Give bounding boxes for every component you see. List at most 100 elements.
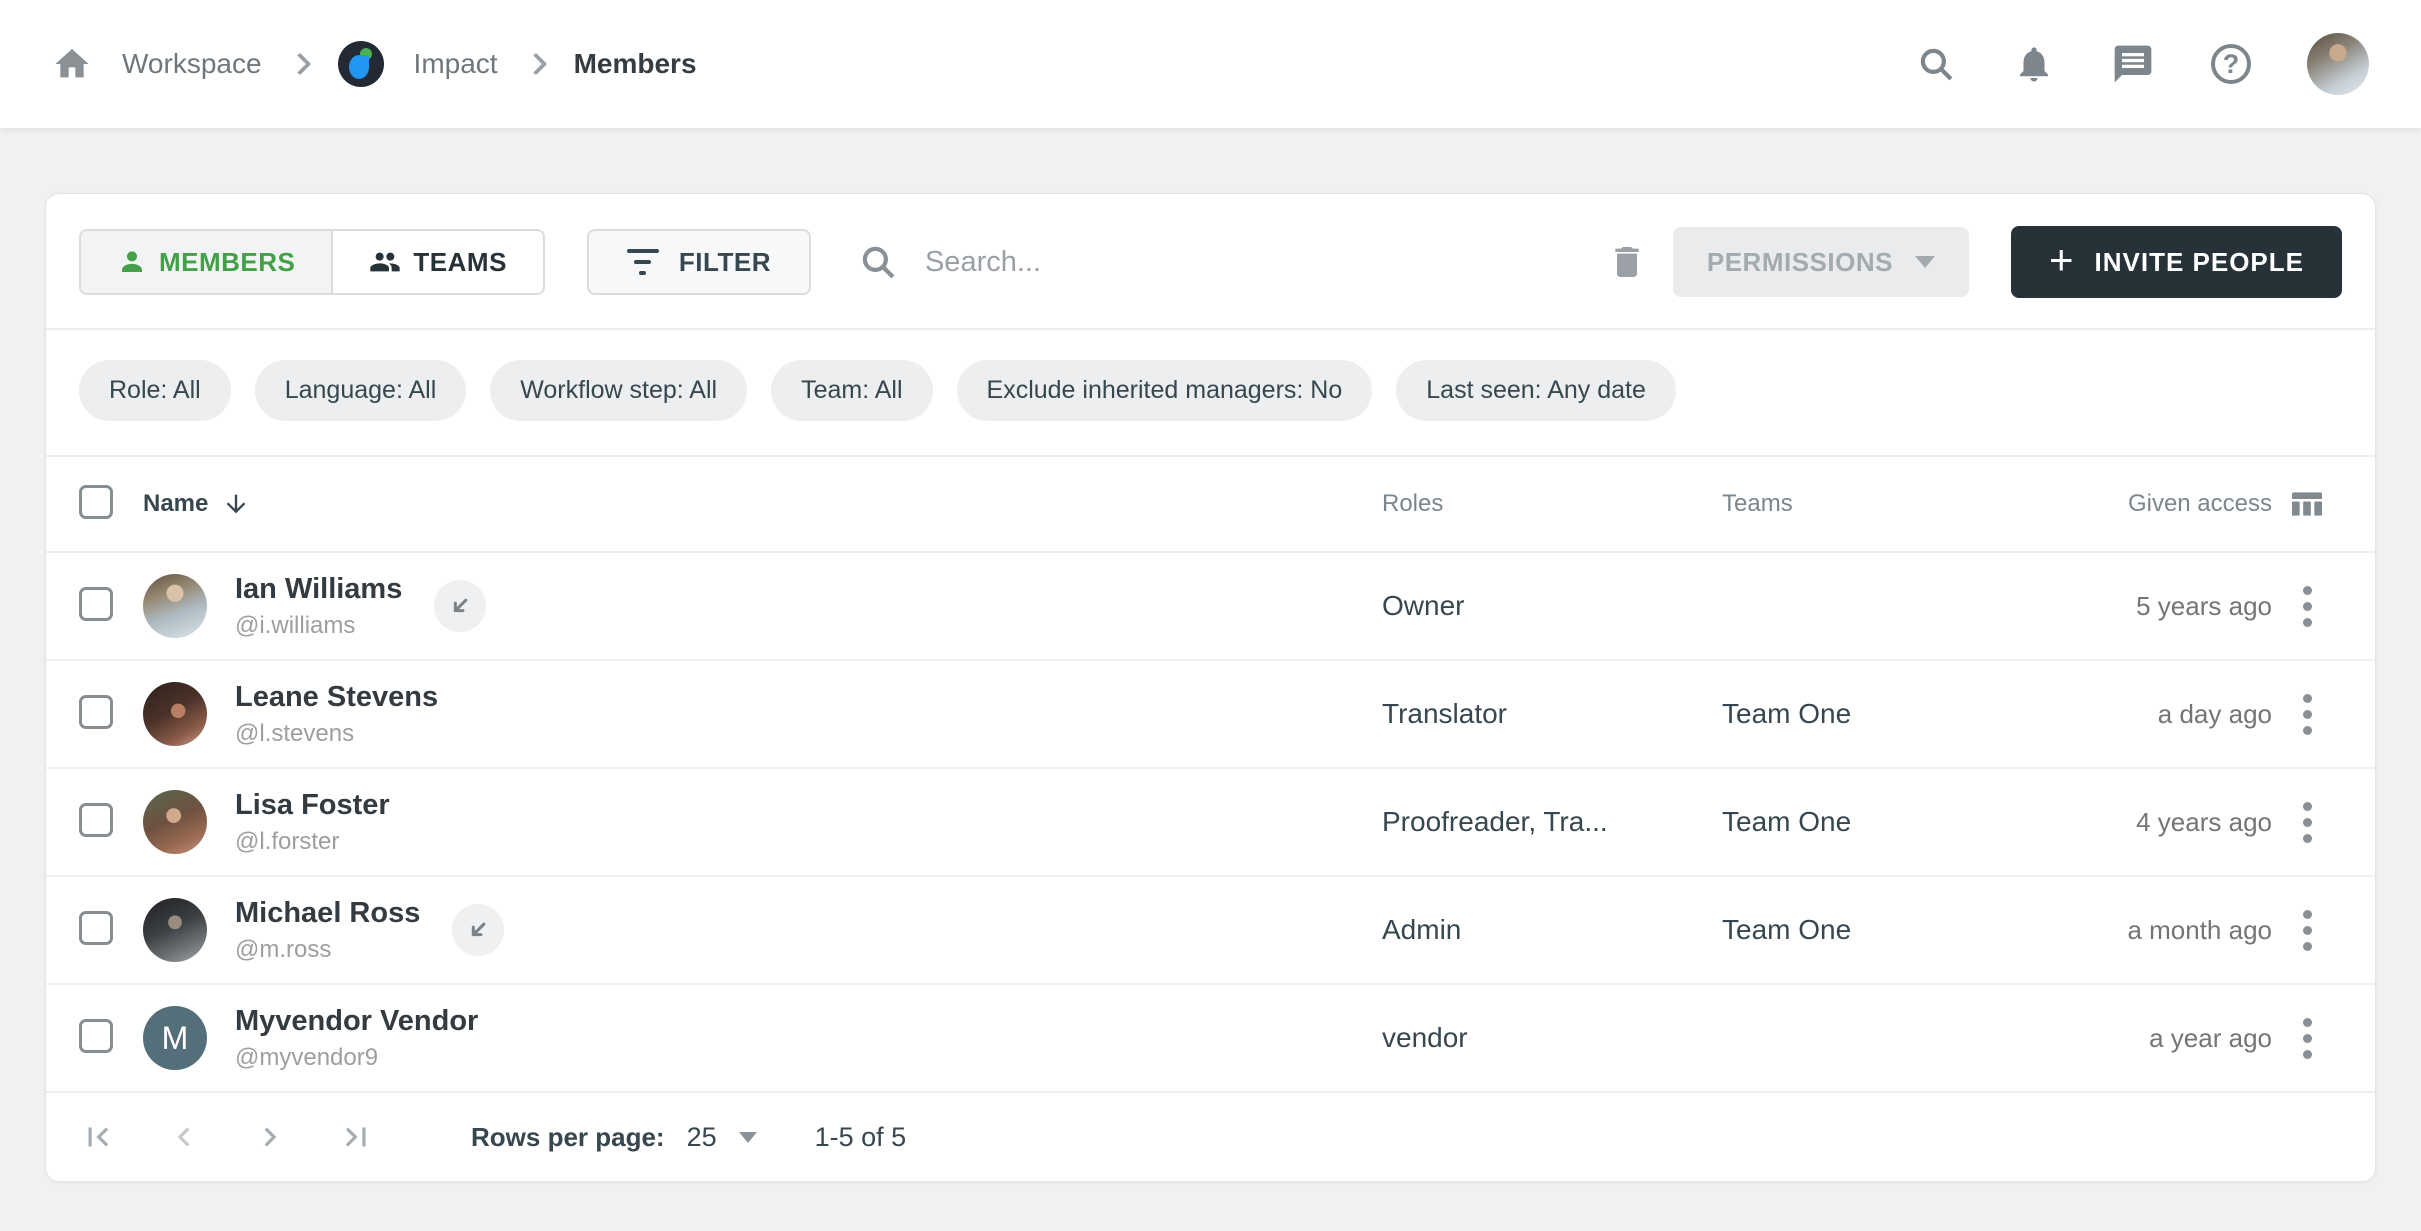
pagination-bar: Rows per page: 25 1-5 of 5 xyxy=(46,1093,2375,1181)
help-icon[interactable]: ? xyxy=(2211,44,2251,84)
member-username: @m.ross xyxy=(235,936,420,964)
last-page-icon[interactable] xyxy=(337,1118,375,1156)
filter-chip[interactable]: Role: All xyxy=(79,360,231,421)
filter-chip[interactable]: Exclude inherited managers: No xyxy=(957,360,1373,421)
caret-down-icon xyxy=(739,1132,757,1143)
filter-button[interactable]: FILTER xyxy=(587,229,811,295)
filter-chip[interactable]: Language: All xyxy=(255,360,467,421)
notifications-bell-icon[interactable] xyxy=(2013,43,2055,85)
permissions-button[interactable]: PERMISSIONS xyxy=(1673,227,1969,297)
pagination-range: 1-5 of 5 xyxy=(815,1122,907,1153)
rows-per-page-select[interactable]: 25 xyxy=(687,1122,757,1153)
search-input[interactable] xyxy=(925,246,1597,279)
breadcrumb-workspace[interactable]: Workspace xyxy=(122,48,262,80)
members-teams-toggle: MEMBERS TEAMS xyxy=(79,229,545,295)
member-teams: Team One xyxy=(1722,914,2022,946)
member-name: Michael Ross xyxy=(235,897,420,930)
user-avatar[interactable] xyxy=(2307,33,2369,95)
chevron-right-icon xyxy=(288,53,311,76)
row-checkbox[interactable] xyxy=(79,695,113,729)
members-card: MEMBERS TEAMS FILTER PERMISSIONS + INVIT… xyxy=(45,193,2376,1182)
breadcrumb: Workspace Impact Members xyxy=(52,41,697,87)
member-username: @l.forster xyxy=(235,828,390,856)
search-icon[interactable] xyxy=(1915,43,1957,85)
people-icon xyxy=(369,246,401,278)
member-roles: Owner xyxy=(1382,590,1722,622)
row-menu-kebab[interactable] xyxy=(2297,580,2318,633)
row-checkbox[interactable] xyxy=(79,587,113,621)
table-row[interactable]: Michael Ross @m.ross Admin Team One a mo… xyxy=(46,877,2375,985)
avatar xyxy=(143,898,207,962)
member-name: Leane Stevens xyxy=(235,681,438,714)
member-given-access: a month ago xyxy=(2022,915,2272,946)
project-icon[interactable] xyxy=(338,41,384,87)
member-teams: Team One xyxy=(1722,698,2022,730)
arrow-south-west-icon xyxy=(464,916,492,944)
table-row[interactable]: Lisa Foster @l.forster Proofreader, Tra.… xyxy=(46,769,2375,877)
row-menu-kebab[interactable] xyxy=(2297,796,2318,849)
table-body: Ian Williams @i.williams Owner 5 years a… xyxy=(46,553,2375,1093)
member-given-access: a day ago xyxy=(2022,699,2272,730)
tab-teams[interactable]: TEAMS xyxy=(333,231,543,293)
impersonate-arrow-badge[interactable] xyxy=(452,904,504,956)
table-header: Name Roles Teams Given access xyxy=(46,457,2375,553)
row-menu-kebab[interactable] xyxy=(2297,904,2318,957)
column-settings-icon[interactable] xyxy=(2272,484,2342,524)
row-checkbox[interactable] xyxy=(79,803,113,837)
row-checkbox[interactable] xyxy=(79,1019,113,1053)
filter-icon xyxy=(627,249,659,275)
member-roles: Proofreader, Tra... xyxy=(1382,806,1722,838)
breadcrumb-page: Members xyxy=(574,48,697,80)
member-name: Lisa Foster xyxy=(235,789,390,822)
person-icon xyxy=(117,247,147,277)
member-given-access: 5 years ago xyxy=(2022,591,2272,622)
member-name: Myvendor Vendor xyxy=(235,1005,478,1038)
card-toolbar: MEMBERS TEAMS FILTER PERMISSIONS + INVIT… xyxy=(46,194,2375,330)
delete-trash-icon[interactable] xyxy=(1607,242,1647,282)
member-username: @l.stevens xyxy=(235,720,438,748)
invite-people-button[interactable]: + INVITE PEOPLE xyxy=(2011,226,2342,298)
table-row[interactable]: M Myvendor Vendor @myvendor9 vendor a ye… xyxy=(46,985,2375,1093)
column-header-name[interactable]: Name xyxy=(143,490,1382,518)
member-username: @i.williams xyxy=(235,612,402,640)
select-all-checkbox[interactable] xyxy=(79,485,113,519)
home-icon[interactable] xyxy=(52,44,92,84)
impersonate-arrow-badge[interactable] xyxy=(434,580,486,632)
member-username: @myvendor9 xyxy=(235,1044,478,1072)
tab-members[interactable]: MEMBERS xyxy=(81,231,333,293)
next-page-icon[interactable] xyxy=(251,1118,289,1156)
row-menu-kebab[interactable] xyxy=(2297,688,2318,741)
member-given-access: 4 years ago xyxy=(2022,807,2272,838)
member-name: Ian Williams xyxy=(235,573,402,606)
filter-chip[interactable]: Team: All xyxy=(771,360,932,421)
filter-chip[interactable]: Workflow step: All xyxy=(490,360,747,421)
chat-icon[interactable] xyxy=(2111,42,2155,86)
rows-per-page-label: Rows per page: xyxy=(471,1122,665,1153)
caret-down-icon xyxy=(1915,256,1935,268)
column-header-teams[interactable]: Teams xyxy=(1722,490,2022,518)
row-menu-kebab[interactable] xyxy=(2297,1012,2318,1065)
row-checkbox[interactable] xyxy=(79,911,113,945)
search-box xyxy=(857,241,1597,283)
filter-chips-row: Role: All Language: All Workflow step: All… xyxy=(46,330,2375,457)
previous-page-icon[interactable] xyxy=(165,1118,203,1156)
search-icon xyxy=(857,241,899,283)
member-roles: Translator xyxy=(1382,698,1722,730)
breadcrumb-project[interactable]: Impact xyxy=(414,48,498,80)
first-page-icon[interactable] xyxy=(79,1118,117,1156)
member-given-access: a year ago xyxy=(2022,1023,2272,1054)
member-roles: vendor xyxy=(1382,1022,1722,1054)
sort-descending-icon xyxy=(222,490,250,518)
table-row[interactable]: Leane Stevens @l.stevens Translator Team… xyxy=(46,661,2375,769)
arrow-south-west-icon xyxy=(446,592,474,620)
chevron-right-icon xyxy=(524,53,547,76)
avatar xyxy=(143,682,207,746)
column-header-roles[interactable]: Roles xyxy=(1382,490,1722,518)
top-navigation-bar: Workspace Impact Members ? xyxy=(0,0,2421,128)
table-row[interactable]: Ian Williams @i.williams Owner 5 years a… xyxy=(46,553,2375,661)
member-teams: Team One xyxy=(1722,806,2022,838)
member-roles: Admin xyxy=(1382,914,1722,946)
filter-chip[interactable]: Last seen: Any date xyxy=(1396,360,1676,421)
column-header-given-access[interactable]: Given access xyxy=(2022,490,2272,518)
avatar xyxy=(143,574,207,638)
